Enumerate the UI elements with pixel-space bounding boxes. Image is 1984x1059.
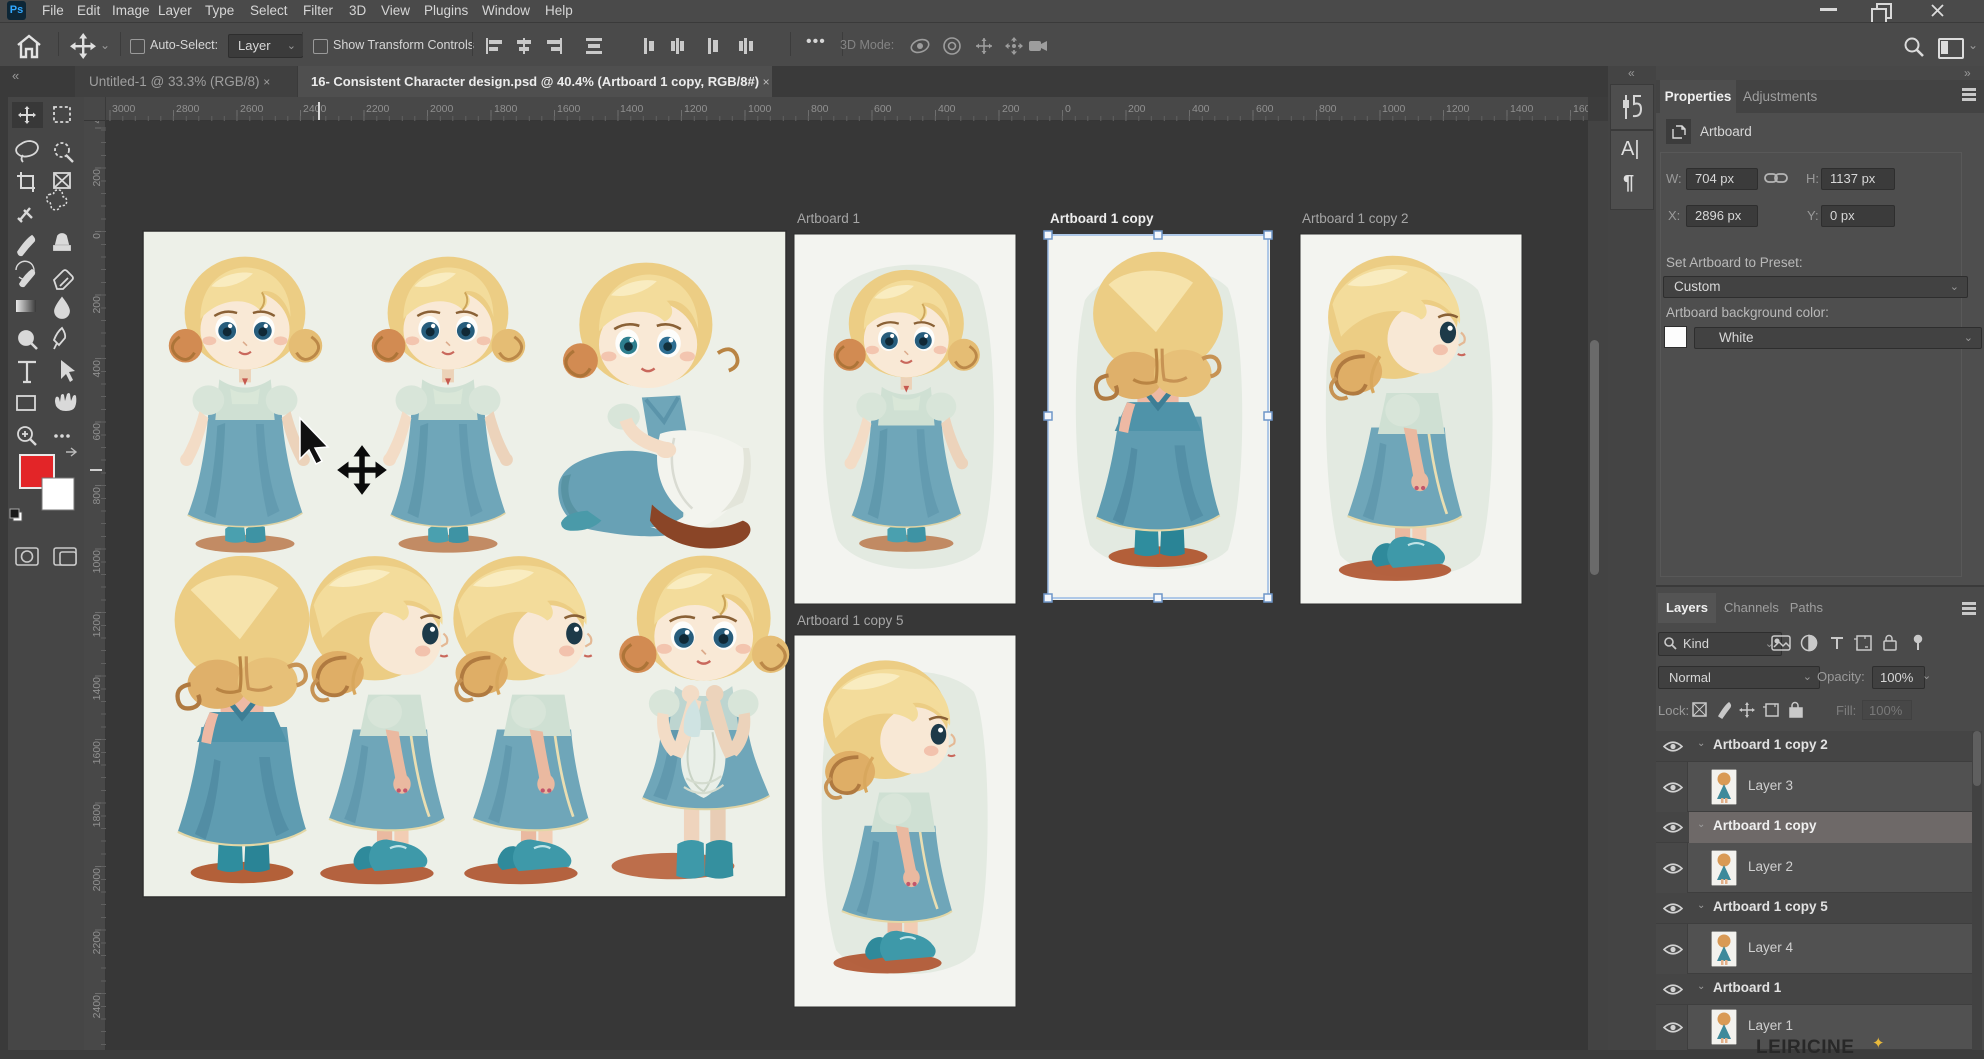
svg-text:Artboard 1 copy 2: Artboard 1 copy 2: [1302, 211, 1409, 226]
svg-text:Artboard 1 copy 5: Artboard 1 copy 5: [797, 613, 904, 628]
svg-text:Artboard 1 copy: Artboard 1 copy: [1050, 211, 1154, 226]
svg-text:Artboard 1: Artboard 1: [797, 211, 860, 226]
